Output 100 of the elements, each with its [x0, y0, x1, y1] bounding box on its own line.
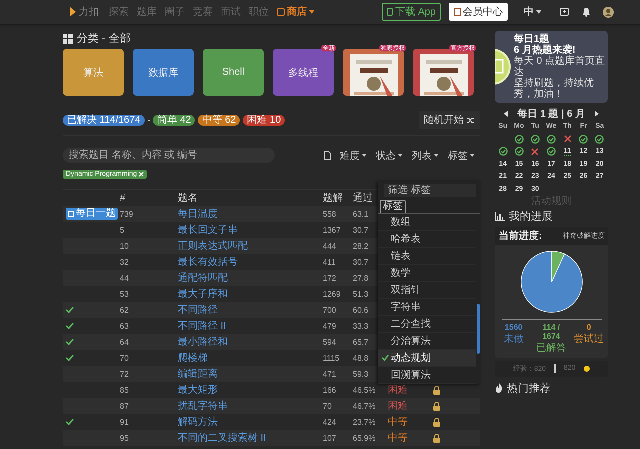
table-cell: 5 — [120, 226, 124, 234]
medium-count-pill: 中等 62 — [198, 114, 240, 126]
problem-link[interactable]: 通配符匹配 — [178, 273, 228, 284]
table-cell: 46.7% — [353, 402, 376, 410]
store-link[interactable]: 商店 — [277, 5, 315, 19]
missed-cross-icon[interactable] — [531, 148, 540, 156]
table-cell: 30.7 — [353, 258, 369, 266]
table-cell: 95 — [120, 434, 129, 442]
tag-filter-field[interactable]: 筛选 标签 — [384, 184, 476, 197]
tag-menu-item[interactable]: 哈希表 — [378, 231, 476, 248]
hard-count-pill: 困难 10 — [243, 114, 286, 126]
previous-month-icon[interactable] — [504, 111, 508, 117]
problem-link[interactable]: 最长回文子串 — [178, 225, 238, 236]
column-header: # — [120, 192, 126, 204]
table-cell: 64 — [120, 338, 129, 346]
filter-dropdown[interactable]: 状态 — [376, 148, 403, 162]
book-card[interactable] — [343, 49, 404, 96]
caret-icon — [536, 10, 542, 14]
daily-question-badge[interactable]: 每日一题 — [66, 208, 118, 220]
category-card[interactable]: 数据库 — [133, 49, 194, 96]
document-icon[interactable] — [324, 151, 331, 160]
missed-cross-icon[interactable] — [564, 135, 572, 144]
banner-title: 每日1题 — [514, 34, 550, 45]
problem-link[interactable]: 编辑距离 — [178, 369, 218, 380]
avatar-icon[interactable] — [603, 6, 614, 18]
scrollbar[interactable] — [477, 304, 480, 354]
done-check-icon[interactable] — [595, 134, 604, 144]
bell-icon[interactable] — [582, 7, 591, 17]
search-field[interactable]: 搜索题目 名称、内容 或 编号 — [63, 148, 275, 163]
note-icon[interactable] — [560, 7, 570, 17]
tag-menu-item[interactable]: 数学 — [378, 265, 476, 282]
problem-link[interactable]: 不同路径 II — [178, 321, 226, 332]
table-cell: 72 — [120, 370, 129, 378]
phone-icon — [387, 8, 394, 16]
difficulty-label: 困难 — [388, 401, 408, 412]
problem-link[interactable]: 爬楼梯 — [178, 353, 208, 364]
table-cell: 444 — [323, 242, 336, 250]
logo-icon[interactable] — [68, 6, 78, 18]
done-check-icon[interactable] — [579, 134, 588, 144]
book-card[interactable] — [413, 49, 474, 96]
tag-menu-item[interactable]: 双指针 — [378, 282, 476, 299]
table-cell: 59.3 — [353, 370, 369, 378]
problem-link[interactable]: 不同路径 — [178, 305, 218, 316]
stat-value: 0 — [586, 322, 592, 332]
table-cell: 65.7 — [353, 338, 369, 346]
filter-dropdown[interactable]: 难度 — [340, 148, 367, 162]
done-check-icon[interactable] — [514, 147, 524, 156]
language-menu[interactable]: 中 — [524, 5, 542, 19]
caret-icon — [309, 10, 315, 14]
done-check-icon[interactable] — [530, 134, 540, 144]
table-cell: 1115 — [323, 354, 340, 362]
problem-link[interactable]: 最小路径和 — [178, 337, 228, 348]
banner-text: 坚持刷题，持续优秀，加油！ — [514, 78, 595, 100]
done-check-icon[interactable] — [498, 147, 508, 156]
problem-link[interactable]: 每日温度 — [178, 209, 218, 220]
table-cell: 91 — [120, 418, 129, 426]
stat-label: 尝试过 — [574, 332, 604, 346]
stat-label: 已解答 — [536, 342, 566, 354]
vip-center-button[interactable]: 会员中心 — [449, 3, 508, 21]
table-cell: 85 — [120, 386, 129, 394]
tag-menu-item[interactable]: 字符串 — [378, 299, 476, 316]
tag-menu-item[interactable]: 数组 — [378, 214, 476, 231]
random-start-button[interactable]: 随机开始 — [419, 111, 480, 129]
filter-dropdown[interactable]: 标签 — [448, 148, 475, 162]
done-check-icon[interactable] — [546, 134, 556, 144]
problem-link[interactable]: 扰乱字符串 — [178, 401, 228, 412]
tag-tab[interactable]: 标签 — [380, 200, 406, 213]
tag-menu-item[interactable]: 动态规划 — [378, 350, 476, 367]
table-cell: 424 — [323, 418, 336, 426]
separator-text: - — [148, 116, 150, 124]
next-month-icon[interactable] — [595, 111, 600, 117]
problem-link[interactable]: 正则表达式匹配 — [178, 241, 248, 252]
table-cell: 594 — [323, 338, 336, 346]
tag-menu-item[interactable]: 链表 — [378, 248, 476, 265]
download-app-button[interactable]: 下载 App — [382, 3, 441, 21]
section-title: 分类 - 全部 — [77, 32, 131, 46]
table-cell: 44 — [120, 274, 129, 282]
problem-link[interactable]: 最长有效括号 — [178, 257, 238, 268]
problem-link[interactable]: 不同的二叉搜索树 II — [178, 433, 266, 444]
tag-menu-item[interactable]: 回溯算法 — [378, 367, 476, 384]
logo-text[interactable]: 力扣 — [79, 5, 99, 19]
filter-dropdown[interactable]: 列表 — [412, 148, 439, 162]
close-icon[interactable] — [139, 172, 144, 177]
table-cell: 471 — [323, 370, 336, 378]
table-cell: 23.7% — [353, 418, 376, 426]
caret-icon — [362, 154, 367, 157]
done-check-icon[interactable] — [514, 134, 524, 144]
done-check-icon[interactable] — [546, 147, 556, 156]
problem-link[interactable]: 解码方法 — [178, 417, 218, 428]
tag-menu-item[interactable]: 二分查找 — [378, 316, 476, 333]
table-cell: 32 — [120, 258, 129, 266]
hot-title: 热门推荐 — [507, 382, 551, 396]
table-cell: 172 — [323, 274, 336, 282]
daily-banner[interactable]: 每日1题 6 月热题来袭! 每天 0 点题库首页直达 坚持刷题，持续优秀，加油！ — [495, 31, 608, 103]
problem-link[interactable]: 最大子序和 — [178, 289, 228, 300]
easy-count-pill: 简单 42 — [153, 114, 196, 126]
problem-link[interactable]: 最大矩形 — [178, 385, 218, 396]
table-cell: 87 — [120, 402, 129, 410]
chart-icon — [495, 212, 505, 220]
check-icon — [382, 355, 389, 361]
